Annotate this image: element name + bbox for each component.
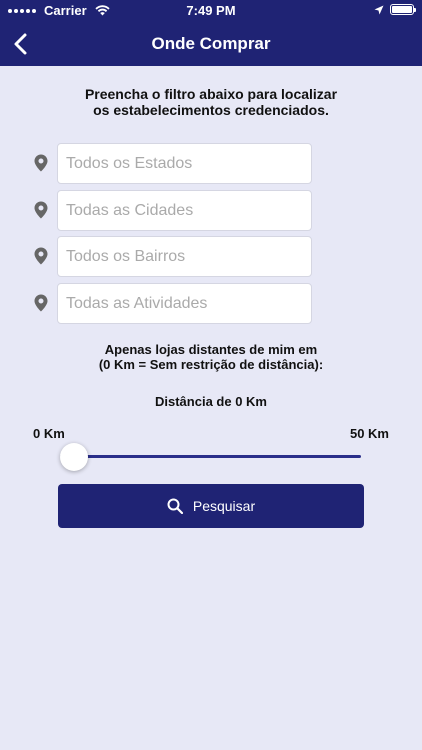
filter-row-neighborhood: Todos os Bairros xyxy=(32,236,312,277)
slider-min-label: 0 Km xyxy=(33,426,65,441)
location-pin-icon xyxy=(34,201,48,219)
status-bar: Carrier 7:49 PM xyxy=(0,0,422,22)
page-title: Onde Comprar xyxy=(151,34,271,53)
neighborhood-filter-input[interactable]: Todos os Bairros xyxy=(57,236,312,277)
distance-note: Apenas lojas distantes de mim em (0 Km =… xyxy=(40,342,382,372)
location-pin-icon xyxy=(34,247,48,265)
location-pin-icon xyxy=(34,154,48,172)
filter-row-city: Todas as Cidades xyxy=(32,190,312,231)
slider-thumb[interactable] xyxy=(60,443,88,471)
location-arrow-icon xyxy=(374,5,384,14)
search-button[interactable]: Pesquisar xyxy=(58,484,364,528)
distance-note-line-1: Apenas lojas distantes de mim em xyxy=(104,342,318,357)
status-time: 7:49 PM xyxy=(186,3,236,18)
distance-slider[interactable] xyxy=(60,443,361,471)
distance-note-line-2: (0 Km = Sem restrição de distância): xyxy=(98,357,324,372)
battery-icon xyxy=(390,4,416,15)
top-bar: Carrier 7:49 PM Onde Comprar xyxy=(0,0,422,66)
navigation-bar: Onde Comprar xyxy=(0,22,422,66)
intro-text: Preencha o filtro abaixo para localizar … xyxy=(40,86,382,118)
search-icon xyxy=(167,498,183,514)
distance-value-label: Distância de 0 Km xyxy=(155,394,267,409)
slider-track xyxy=(60,455,361,458)
search-button-label: Pesquisar xyxy=(192,498,256,514)
filter-row-activity: Todas as Atividades xyxy=(32,283,312,324)
location-pin-icon xyxy=(34,294,48,312)
state-filter-input[interactable]: Todos os Estados xyxy=(57,143,312,184)
intro-line-1: Preencha o filtro abaixo para localizar xyxy=(84,86,338,102)
filter-row-state: Todos os Estados xyxy=(32,143,312,184)
slider-max-label: 50 Km xyxy=(349,426,389,441)
activity-filter-input[interactable]: Todas as Atividades xyxy=(57,283,312,324)
city-filter-input[interactable]: Todas as Cidades xyxy=(57,190,312,231)
intro-line-2: os estabelecimentos credenciados. xyxy=(93,102,329,118)
status-right xyxy=(374,4,416,15)
